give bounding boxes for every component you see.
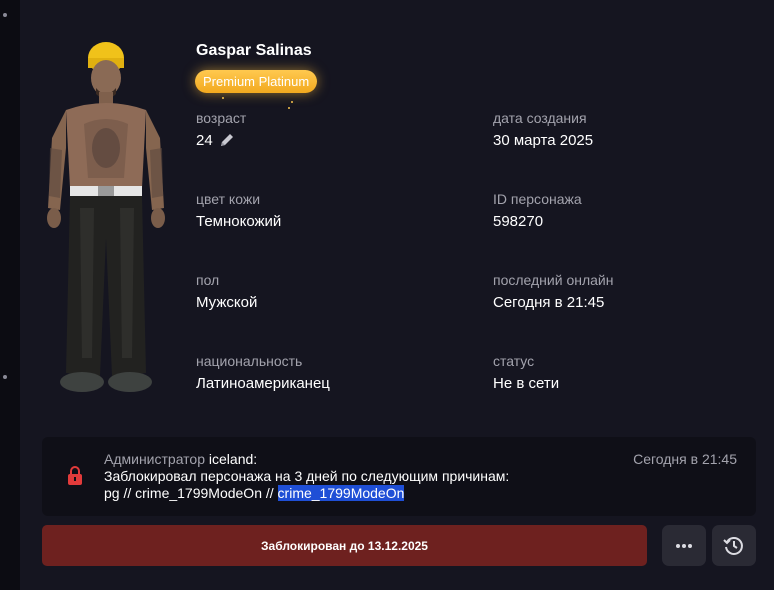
gender-value: Мужской	[196, 294, 258, 311]
last-online-value: Сегодня в 21:45	[493, 294, 605, 311]
scroll-dot-bottom	[3, 375, 7, 379]
last-online-label: последний онлайн	[493, 272, 614, 288]
status-value: Не в сети	[493, 375, 560, 392]
character-avatar	[47, 42, 165, 392]
badge-sparkle	[288, 107, 290, 109]
premium-badge: Premium Platinum	[195, 70, 318, 93]
notice-author: Администратор iceland:	[104, 451, 257, 467]
notice-author-prefix: Администратор	[104, 451, 206, 467]
history-button[interactable]	[712, 525, 756, 566]
nationality-label: национальность	[196, 353, 303, 369]
pencil-icon[interactable]	[219, 132, 235, 148]
notice-admin-name: iceland:	[208, 451, 258, 467]
scroll-dot-top	[3, 13, 7, 17]
age-label: возраст	[196, 110, 247, 126]
more-button[interactable]	[662, 525, 706, 566]
age-value: 24	[196, 132, 213, 149]
lock-icon	[68, 466, 82, 485]
id-label: ID персонажа	[493, 191, 582, 207]
notice-selected-text: crime_1799ModeOn	[277, 485, 405, 501]
skin-value: Темнокожий	[196, 213, 282, 230]
character-name: Gaspar Salinas	[196, 42, 312, 59]
created-label: дата создания	[493, 110, 587, 126]
gender-label: пол	[196, 272, 220, 288]
created-value: 30 марта 2025	[493, 132, 594, 149]
badge-sparkle	[291, 101, 293, 103]
status-label: статус	[493, 353, 535, 369]
id-value: 598270	[493, 213, 544, 230]
more-dots-icon	[676, 543, 692, 548]
notice-time: Сегодня в 21:45	[633, 451, 737, 467]
badge-sparkle	[222, 97, 224, 99]
blocked-until-button[interactable]: Заблокирован до 13.12.2025	[42, 525, 647, 566]
history-clock-icon	[723, 536, 743, 555]
nationality-value: Латиноамериканец	[196, 375, 330, 392]
notice-text: Заблокировал персонажа на 3 дней по след…	[104, 468, 524, 502]
skin-label: цвет кожи	[196, 191, 261, 207]
